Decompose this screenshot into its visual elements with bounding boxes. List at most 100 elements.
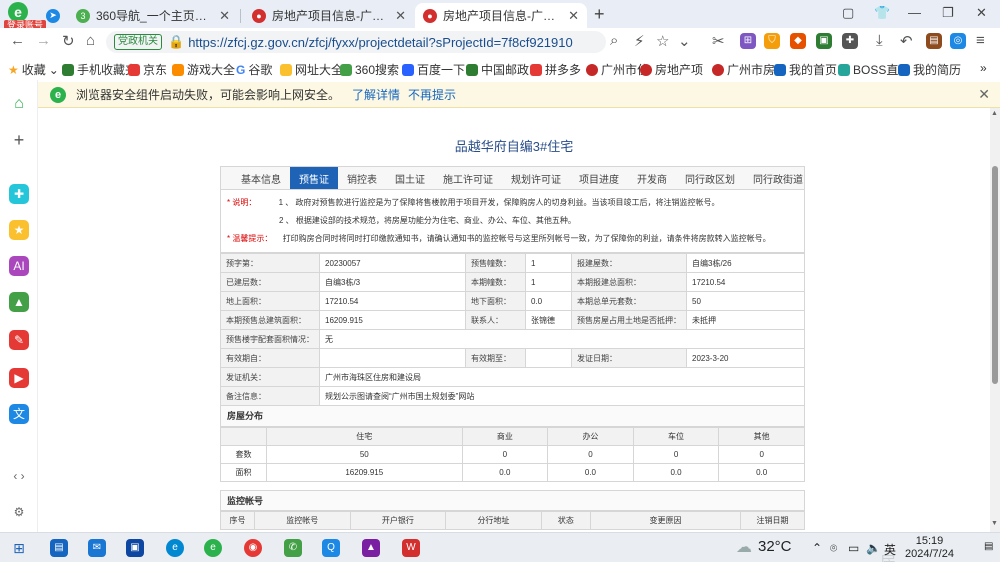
collapse-icon[interactable]: ‹ › (9, 466, 29, 486)
translate-ai-icon[interactable]: 文 (9, 404, 29, 424)
bookmark-property[interactable]: 房地产项 (640, 61, 703, 78)
tab-property-active[interactable]: ● 房地产项目信息-广州市住房和 ✕ (415, 3, 587, 28)
scroll-thumb[interactable] (992, 166, 998, 384)
tab-count-icon[interactable]: ▢ (842, 5, 854, 21)
weather-temp[interactable]: 32°C (758, 538, 792, 555)
ai-icon[interactable]: AI (9, 256, 29, 276)
bookmark-post[interactable]: 中国邮政 (466, 61, 529, 78)
page-scrollbar[interactable]: ▲ ▼ (990, 108, 1000, 532)
network-icon[interactable]: ⌾ (830, 541, 837, 556)
pinned-tab[interactable]: ➤ (38, 3, 68, 28)
tab-developer[interactable]: 开发商 (628, 167, 676, 189)
360-browser-icon[interactable]: e (204, 539, 222, 557)
shield-icon[interactable]: ⛉ (764, 33, 780, 49)
scroll-up-icon[interactable]: ▲ (991, 110, 998, 117)
edge-icon[interactable]: e (166, 539, 184, 557)
puzzle-icon[interactable]: ✚ (842, 33, 858, 49)
undo-icon[interactable]: ↶ (900, 32, 913, 50)
bookmark-google[interactable]: G 谷歌 (236, 61, 272, 78)
wps-icon[interactable]: W (402, 539, 420, 557)
bookmark-boss[interactable]: BOSS直 (838, 61, 898, 78)
bookmark-my-home[interactable]: 我的首页 (774, 61, 837, 78)
dont-show-again-link[interactable]: 不再提示 (408, 86, 456, 103)
volume-icon[interactable]: 🔈 (866, 541, 881, 555)
chrome-icon[interactable]: ◉ (244, 539, 262, 557)
notification-icon[interactable]: ▤ (984, 541, 993, 552)
bookmark-pdd[interactable]: 拼多多 (530, 61, 581, 78)
home-button[interactable]: ⌂ (86, 32, 95, 49)
settings-icon[interactable]: ⚙ (9, 502, 29, 522)
learn-more-link[interactable]: 了解详情 (352, 86, 400, 103)
download-icon[interactable]: ⤓ (876, 32, 883, 49)
restore-button[interactable]: ❐ (942, 5, 954, 21)
close-window-button[interactable]: ✕ (976, 5, 987, 21)
bookmark-resume[interactable]: 我的简历 (898, 61, 961, 78)
360-browser-icon[interactable]: ◎ (950, 33, 966, 49)
tab-360-nav[interactable]: 3 360导航_一个主页，整个世界 ✕ (68, 3, 238, 28)
forward-button[interactable]: → (36, 32, 51, 49)
pdf-ai-icon[interactable]: ✎ (9, 330, 29, 350)
add-icon[interactable]: + (9, 130, 29, 150)
tab-progress[interactable]: 项目进度 (570, 167, 628, 189)
minimize-button[interactable]: — (908, 5, 921, 20)
start-icon[interactable]: ⊞ (10, 539, 28, 557)
clock[interactable]: 15:19 2024/7/24 (905, 535, 954, 561)
bookmark-site-nav[interactable]: 网址大全 (280, 61, 343, 78)
file-manager-icon[interactable]: ▤ (50, 539, 68, 557)
lock-icon[interactable]: 🔒 (168, 34, 184, 50)
cloud-icon[interactable]: ☁ (736, 537, 752, 557)
home-icon[interactable]: ⌂ (9, 94, 29, 114)
tab-planning-permit[interactable]: 规划许可证 (502, 167, 570, 189)
chevron-down-icon[interactable]: ⌄ (678, 32, 691, 50)
mail-icon[interactable]: ✉ (88, 539, 106, 557)
video-ai-icon[interactable]: ▶ (9, 368, 29, 388)
back-button[interactable]: ← (10, 32, 25, 49)
image-ai-icon[interactable]: ▲ (9, 292, 29, 312)
extension-icon[interactable]: ⊞ (740, 33, 756, 49)
reload-button[interactable]: ↻ (62, 32, 75, 50)
browser-logo[interactable]: e 登录账号 (4, 2, 47, 31)
gov-emblem-icon: ● (423, 8, 437, 23)
bookmark-gz-house[interactable]: 广州市房 (712, 61, 775, 78)
ai-app-icon[interactable]: ▲ (362, 539, 380, 557)
bookmark-jd[interactable]: 京东 (128, 61, 167, 78)
close-icon[interactable]: ✕ (978, 86, 990, 103)
tab-land-cert[interactable]: 国土证 (386, 167, 434, 189)
bookmarks-more-icon[interactable]: » (980, 61, 987, 75)
bookmark-mobile[interactable]: 手机收藏夹 (62, 61, 137, 78)
close-icon[interactable]: ✕ (219, 8, 230, 24)
scissors-icon[interactable]: ✂ (712, 32, 725, 50)
tab-sales-control[interactable]: 销控表 (338, 167, 386, 189)
tab-same-street[interactable]: 同行政街道 (744, 167, 812, 189)
tab-presale-cert[interactable]: 预售证 (290, 167, 338, 189)
fox-icon[interactable]: ◆ (790, 33, 806, 49)
url-text[interactable]: https://zfcj.gz.gov.cn/zfcj/fyxx/project… (188, 35, 573, 50)
show-hidden-icon[interactable]: ⌃ (812, 541, 822, 555)
wechat-icon[interactable]: ✆ (284, 539, 302, 557)
tab-same-district[interactable]: 同行政区划 (676, 167, 744, 189)
menu-icon[interactable]: ≡ (976, 32, 985, 49)
tab-basic-info[interactable]: 基本信息 (221, 167, 290, 189)
shirt-icon[interactable]: 👕 (874, 5, 890, 21)
close-icon[interactable]: ✕ (568, 8, 579, 24)
bookmark-baidu[interactable]: 百度一下 (402, 61, 465, 78)
plus-app-icon[interactable]: ✚ (9, 184, 29, 204)
tab-property-1[interactable]: ● 房地产项目信息-广州市住房和 ✕ (244, 3, 414, 28)
bookmark-favorites[interactable]: ★ 收藏 ⌄ (8, 61, 59, 78)
search-app-icon[interactable]: Q (322, 539, 340, 557)
star-app-icon[interactable]: ★ (9, 220, 29, 240)
bookmark-star-icon[interactable]: ☆ (656, 32, 669, 50)
scroll-down-icon[interactable]: ▼ (991, 520, 998, 527)
address-bar[interactable]: 党政机关 🔒 https://zfcj.gz.gov.cn/zfcj/fyxx/… (106, 31, 606, 53)
bookmark-360-search[interactable]: 360搜索 (340, 61, 399, 78)
new-tab-button[interactable]: + (594, 4, 605, 25)
close-icon[interactable]: ✕ (395, 8, 406, 24)
store-icon[interactable]: ▣ (126, 539, 144, 557)
translate-icon[interactable]: ⚡ (634, 32, 645, 50)
tab-construction-permit[interactable]: 施工许可证 (434, 167, 502, 189)
search-icon[interactable]: ⌕ (610, 32, 618, 49)
chat-icon[interactable]: ▣ (816, 33, 832, 49)
briefcase-icon[interactable]: ▤ (926, 33, 942, 49)
bookmark-games[interactable]: 游戏大全 (172, 61, 235, 78)
battery-icon[interactable]: ▭ (848, 541, 859, 555)
